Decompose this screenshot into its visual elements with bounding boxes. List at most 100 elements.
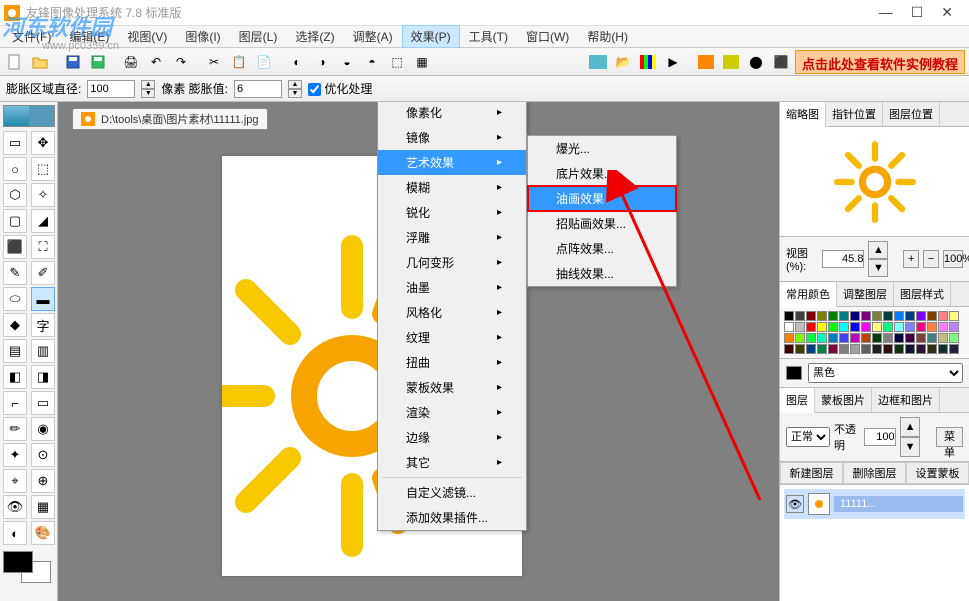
fx-渲染[interactable]: 渲染 [378,400,526,425]
palette-color[interactable] [894,333,904,343]
fx-边缘[interactable]: 边缘 [378,425,526,450]
layer-name[interactable]: 11111... [834,496,963,512]
palette-color[interactable] [784,322,794,332]
tool-16[interactable]: ▤ [3,339,27,363]
tool-28[interactable]: 👁 [3,495,27,519]
tool-29[interactable]: ▦ [31,495,55,519]
palette-color[interactable] [905,322,915,332]
print-icon[interactable]: 🖨 [120,51,142,73]
layerTabs-0[interactable]: 图层 [780,388,815,413]
tool-9[interactable]: ⛶ [31,235,55,259]
close-button[interactable]: ✕ [941,4,953,21]
tool-k-icon[interactable] [695,51,717,73]
palette-color[interactable] [894,344,904,354]
zoom-input[interactable] [822,250,864,268]
tool-2[interactable]: ○ [3,157,27,181]
fx-自定义滤镜...[interactable]: 自定义滤镜... [378,480,526,505]
tool-g-icon[interactable] [587,51,609,73]
tool-0[interactable]: ▭ [3,131,27,155]
palette-color[interactable] [784,344,794,354]
redo-icon[interactable]: ↷ [170,51,192,73]
layer-btn-设置蒙板[interactable]: 设置蒙板 [906,462,969,484]
menu-0[interactable]: 文件(F) [4,26,59,47]
art-油画效果[interactable]: 油画效果 [528,186,676,211]
art-点阵效果...[interactable]: 点阵效果... [528,236,676,261]
palette-color[interactable] [784,311,794,321]
menu-4[interactable]: 图层(L) [231,26,286,47]
layer-btn-新建图层[interactable]: 新建图层 [780,462,843,484]
tool-26[interactable]: ⌖ [3,469,27,493]
tool-18[interactable]: ◧ [3,365,27,389]
palette-color[interactable] [784,333,794,343]
fx-风格化[interactable]: 风格化 [378,300,526,325]
palette-color[interactable] [817,333,827,343]
fx-锐化[interactable]: 锐化 [378,200,526,225]
open-icon[interactable] [29,51,51,73]
fx-蒙板效果[interactable]: 蒙板效果 [378,375,526,400]
colorTabs-2[interactable]: 图层样式 [894,282,951,306]
copy-icon[interactable]: 📋 [228,51,250,73]
tool-24[interactable]: ✦ [3,443,27,467]
fx-模糊[interactable]: 模糊 [378,175,526,200]
expand-diameter-input[interactable] [87,80,135,98]
art-招贴画效果...[interactable]: 招贴画效果... [528,211,676,236]
color-swatch[interactable] [3,551,51,583]
blend-mode-select[interactable]: 正常 [786,427,830,447]
palette-color[interactable] [883,333,893,343]
tool-a-icon[interactable]: ◐ [286,51,308,73]
palette-color[interactable] [850,311,860,321]
palette-color[interactable] [905,311,915,321]
tool-11[interactable]: ✐ [31,261,55,285]
tool-22[interactable]: ✏ [3,417,27,441]
fx-纹理[interactable]: 纹理 [378,325,526,350]
palette-color[interactable] [938,322,948,332]
palette-color[interactable] [839,344,849,354]
optimize-checkbox[interactable]: 优化处理 [308,80,372,97]
tool-4[interactable]: ⬡ [3,183,27,207]
palette-color[interactable] [916,344,926,354]
palette-color[interactable] [905,344,915,354]
palette-color[interactable] [828,344,838,354]
palette-color[interactable] [828,322,838,332]
tool-10[interactable]: ✎ [3,261,27,285]
tool-j-icon[interactable]: ▶ [662,51,684,73]
palette-color[interactable] [927,322,937,332]
art-抽线效果...[interactable]: 抽线效果... [528,261,676,286]
diameter-down[interactable]: ▼ [141,89,155,98]
tool-25[interactable]: ⊙ [31,443,55,467]
layerTabs-2[interactable]: 边框和图片 [872,388,940,412]
palette-color[interactable] [839,322,849,332]
cut-icon[interactable]: ✂ [203,51,225,73]
current-color-swatch[interactable] [786,366,802,380]
palette-color[interactable] [883,311,893,321]
menu-2[interactable]: 视图(V) [119,26,175,47]
minimize-button[interactable]: — [879,4,893,21]
fx-其它[interactable]: 其它 [378,450,526,475]
tool-n-icon[interactable]: ⬛ [770,51,792,73]
fx-浮雕[interactable]: 浮雕 [378,225,526,250]
fx-艺术效果[interactable]: 艺术效果 [378,150,526,175]
tool-i-icon[interactable] [637,51,659,73]
zoom-up[interactable]: ▲ [868,241,888,259]
palette-color[interactable] [949,311,959,321]
fx-像素化[interactable]: 像素化 [378,102,526,125]
palette-color[interactable] [927,311,937,321]
tool-5[interactable]: ✧ [31,183,55,207]
tool-20[interactable]: ⌐ [3,391,27,415]
layer-item[interactable]: 👁 11111... [784,489,965,519]
palette-color[interactable] [883,344,893,354]
saveas-icon[interactable] [87,51,109,73]
tool-h-icon[interactable]: 📂 [612,51,634,73]
tool-8[interactable]: ⬛ [3,235,27,259]
zoom-down[interactable]: ▼ [868,259,888,277]
colorTabs-1[interactable]: 调整图层 [837,282,894,306]
palette-color[interactable] [949,344,959,354]
layer-btn-删除图层[interactable]: 删除图层 [843,462,906,484]
palette-color[interactable] [795,311,805,321]
zoom-100[interactable]: 100% [943,250,963,268]
palette-color[interactable] [861,344,871,354]
palette-color[interactable] [905,333,915,343]
tool-17[interactable]: ▥ [31,339,55,363]
menu-5[interactable]: 选择(Z) [287,26,342,47]
palette-color[interactable] [806,322,816,332]
